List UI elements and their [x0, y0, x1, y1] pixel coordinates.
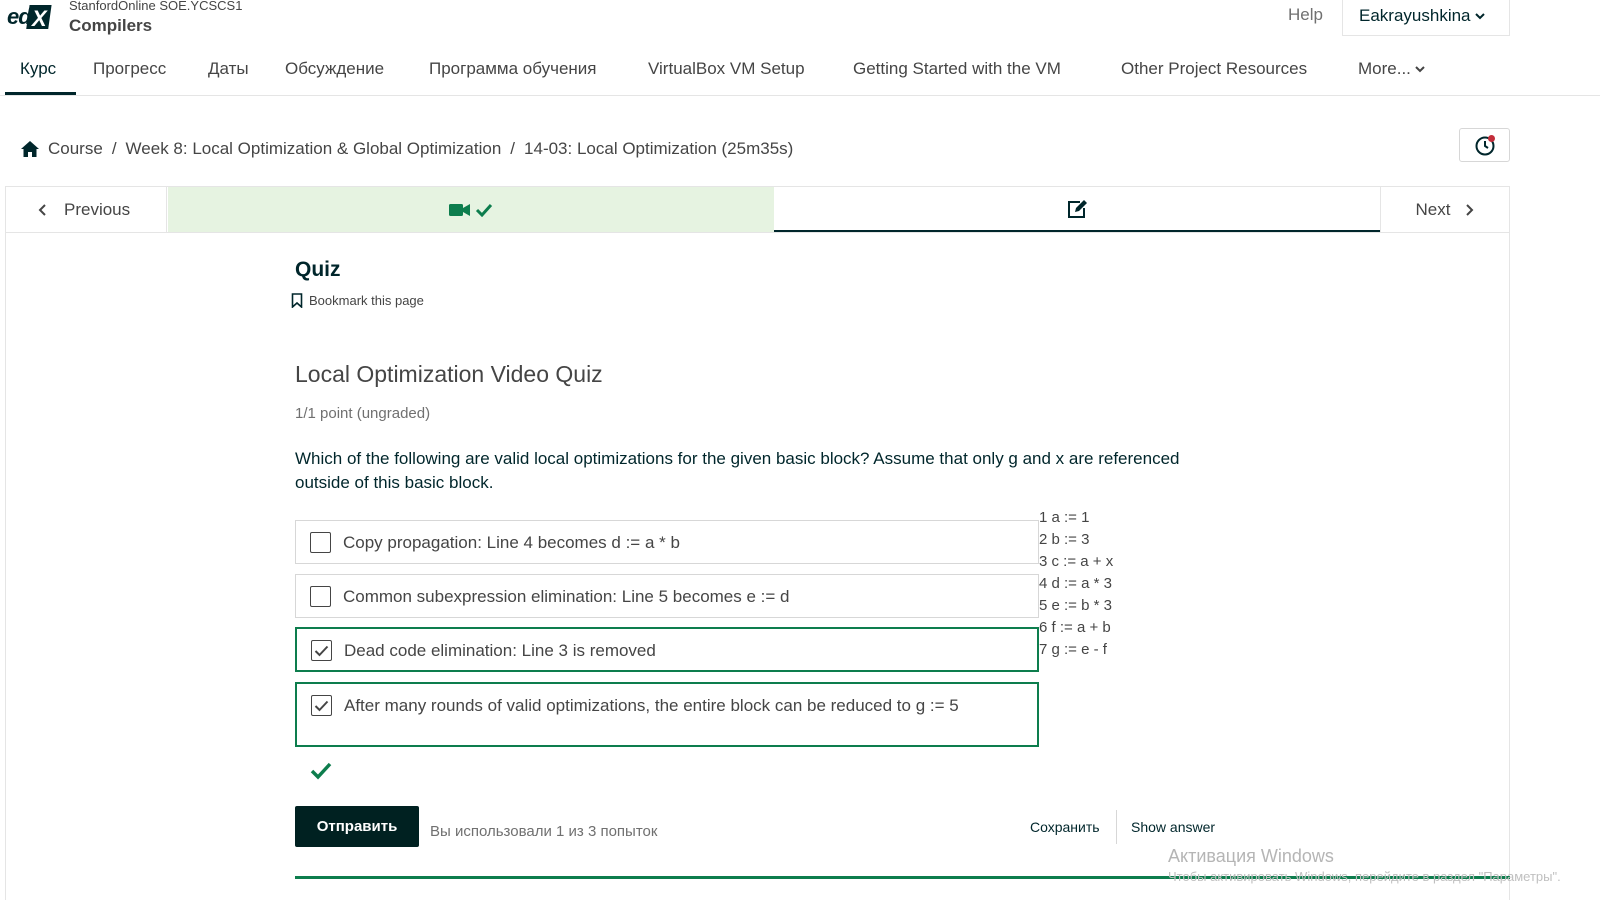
code-line: 2 b := 3: [1039, 531, 1090, 548]
course-title: Compilers: [69, 16, 153, 35]
video-icon: [449, 203, 470, 216]
tab-dates[interactable]: Даты: [208, 59, 249, 79]
show-answer-button[interactable]: Show answer: [1131, 819, 1215, 835]
notifications-button[interactable]: [1459, 128, 1510, 162]
chevron-left-icon: [38, 203, 46, 216]
breadcrumb-subsection[interactable]: 14-03: Local Optimization (25m35s): [524, 139, 793, 159]
course-tabs: Курс Прогресс Даты Обсуждение Программа …: [0, 52, 1600, 96]
home-icon[interactable]: [20, 140, 40, 158]
breadcrumb: Course / Week 8: Local Optimization & Gl…: [20, 137, 793, 161]
tab-more-label: More...: [1358, 59, 1411, 78]
next-label: Next: [1415, 199, 1451, 219]
choice-option-2[interactable]: Common subexpression elimination: Line 5…: [295, 574, 1039, 618]
choice-label: After many rounds of valid optimizations…: [344, 696, 959, 715]
submit-button[interactable]: Отправить: [295, 806, 419, 847]
problem-question: Which of the following are valid local o…: [295, 449, 1180, 492]
checkmark-icon: [314, 645, 329, 656]
checkmark-icon: [314, 700, 329, 711]
windows-activation-title: Активация Windows: [1168, 846, 1334, 866]
code-line: 1 a := 1: [1039, 509, 1090, 526]
chevron-down-icon: [1415, 66, 1425, 73]
code-line: 4 d := a * 3: [1039, 575, 1112, 592]
tab-syllabus[interactable]: Программа обучения: [429, 59, 597, 79]
tab-more[interactable]: More...: [1358, 59, 1425, 79]
help-link[interactable]: Help: [1288, 5, 1323, 25]
unit-title: Quiz: [295, 258, 341, 281]
clock-notification-icon: [1475, 135, 1495, 156]
breadcrumb-course[interactable]: Course: [48, 139, 103, 159]
save-button[interactable]: Сохранить: [1030, 819, 1100, 835]
user-menu-button[interactable]: Eakrayushkina: [1342, 0, 1510, 36]
choice-label: Copy propagation: Line 4 becomes d := a …: [343, 533, 680, 552]
checkbox[interactable]: [310, 586, 331, 607]
bookmark-button[interactable]: Bookmark this page: [291, 293, 424, 308]
choice-option-3[interactable]: Dead code elimination: Line 3 is removed: [295, 627, 1039, 672]
tab-virtualbox-vm-setup[interactable]: VirtualBox VM Setup: [648, 59, 805, 79]
course-org: StanfordOnline SOE.YCSCS1: [69, 0, 243, 13]
breadcrumb-separator: /: [510, 139, 516, 158]
tab-progress[interactable]: Прогресс: [93, 59, 166, 79]
username: Eakrayushkina: [1359, 5, 1471, 25]
unit-content-frame: [5, 233, 1510, 900]
sequence-unit-video[interactable]: [168, 187, 774, 232]
sequence-unit-problem[interactable]: [774, 187, 1380, 232]
choice-option-1[interactable]: Copy propagation: Line 4 becomes d := a …: [295, 520, 1039, 564]
checkbox-checked[interactable]: [311, 695, 332, 716]
breadcrumb-separator: /: [111, 139, 117, 158]
check-icon: [475, 203, 493, 217]
chevron-right-icon: [1466, 203, 1474, 216]
chevron-down-icon: [1474, 12, 1485, 19]
windows-activation-subtitle: Чтобы активировать Windows, перейдите в …: [1168, 869, 1561, 884]
svg-text:X: X: [30, 6, 48, 31]
checkbox[interactable]: [310, 532, 331, 553]
tab-course[interactable]: Курс: [20, 59, 56, 79]
choice-option-4[interactable]: After many rounds of valid optimizations…: [295, 682, 1039, 747]
tab-getting-started-vm[interactable]: Getting Started with the VM: [853, 59, 1061, 79]
edx-logo[interactable]: ed X: [6, 2, 54, 32]
code-line: 3 c := a + x: [1039, 553, 1114, 570]
active-tab-indicator: [5, 92, 76, 95]
basic-block-code: 1 a := 1 2 b := 3 3 c := a + x 4 d := a …: [1039, 507, 1113, 661]
choice-label: Common subexpression elimination: Line 5…: [343, 587, 790, 606]
bookmark-label: Bookmark this page: [309, 293, 424, 308]
previous-button[interactable]: Previous: [6, 187, 167, 232]
checkbox-checked[interactable]: [311, 640, 332, 661]
correct-status-icon: [310, 762, 332, 780]
code-line: 7 g := e - f: [1039, 641, 1107, 658]
tab-discussion[interactable]: Обсуждение: [285, 59, 384, 79]
choice-label: Dead code elimination: Line 3 is removed: [344, 641, 656, 660]
code-line: 6 f := a + b: [1039, 619, 1111, 636]
problem-title: Local Optimization Video Quiz: [295, 361, 603, 387]
edit-icon: [1068, 199, 1087, 218]
breadcrumb-section[interactable]: Week 8: Local Optimization & Global Opti…: [126, 139, 502, 159]
bookmark-icon: [291, 293, 303, 308]
tab-other-project-resources[interactable]: Other Project Resources: [1121, 59, 1307, 79]
next-button[interactable]: Next: [1380, 187, 1509, 232]
action-divider: [1116, 810, 1117, 844]
sequence-navigation: Previous Next: [5, 186, 1510, 233]
problem-points: 1/1 point (ungraded): [295, 405, 431, 422]
attempts-text: Вы использовали 1 из 3 попыток: [430, 823, 658, 840]
site-header: ed X StanfordOnline SOE.YCSCS1 Compilers…: [0, 0, 1600, 44]
code-line: 5 e := b * 3: [1039, 597, 1112, 614]
previous-label: Previous: [64, 199, 131, 219]
